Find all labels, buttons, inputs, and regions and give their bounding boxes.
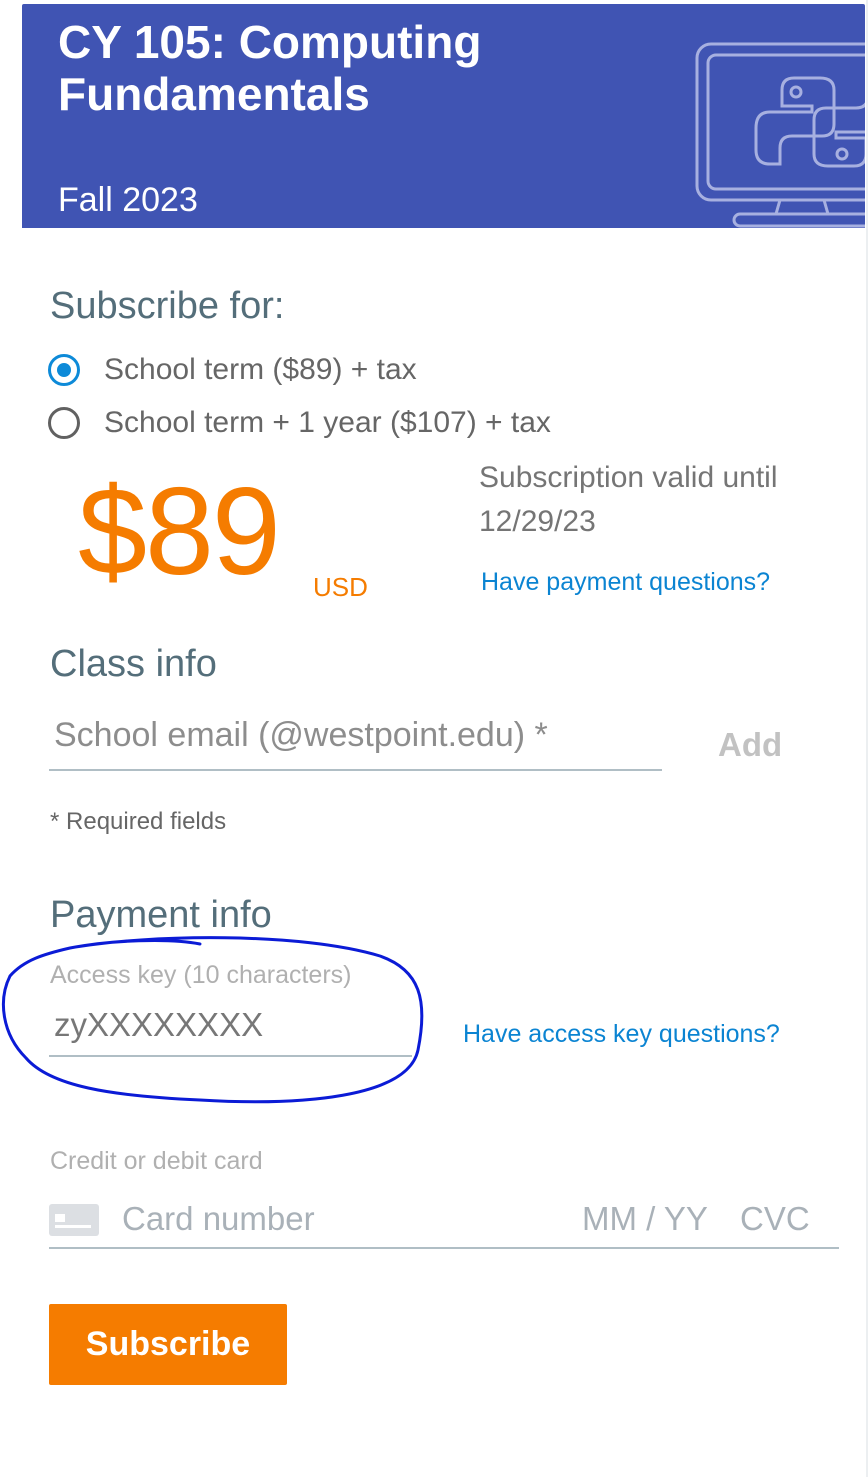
course-title: CY 105: Computing Fundamentals: [58, 16, 482, 120]
subscribe-button[interactable]: Subscribe: [49, 1304, 287, 1385]
payment-questions-link[interactable]: Have payment questions?: [481, 568, 770, 597]
card-label: Credit or debit card: [50, 1147, 263, 1175]
price-currency: USD: [313, 572, 368, 602]
add-email-button[interactable]: Add: [718, 726, 782, 764]
python-monitor-icon: [695, 42, 865, 228]
radio-unselected-icon[interactable]: [48, 407, 80, 439]
radio-label-school-term: School term ($89) + tax: [104, 353, 417, 386]
credit-card-icon: [49, 1204, 99, 1236]
price-amount: $89: [78, 463, 281, 601]
class-info-heading: Class info: [50, 643, 217, 685]
radio-label-school-term-plus-year: School term + 1 year ($107) + tax: [104, 406, 551, 439]
subscription-valid-until: Subscription valid until 12/29/23: [479, 461, 778, 538]
course-term: Fall 2023: [58, 181, 198, 219]
card-expiry-input[interactable]: MM / YY: [582, 1200, 708, 1238]
access-key-questions-link[interactable]: Have access key questions?: [463, 1020, 780, 1049]
card-cvc-input[interactable]: CVC: [740, 1200, 810, 1238]
school-email-underline: [49, 769, 662, 771]
card-underline: [49, 1247, 839, 1249]
course-header-banner: CY 105: Computing Fundamentals Fall 2023: [22, 4, 865, 228]
radio-selected-icon[interactable]: [48, 354, 80, 386]
radio-option-school-term-plus-year[interactable]: School term + 1 year ($107) + tax: [48, 403, 551, 443]
radio-option-school-term[interactable]: School term ($89) + tax: [48, 350, 417, 390]
school-email-input[interactable]: School email (@westpoint.edu) *: [54, 716, 548, 755]
subscribe-heading: Subscribe for:: [50, 285, 285, 327]
card-number-input[interactable]: Card number: [122, 1200, 315, 1238]
hand-drawn-circle-annotation: [2, 936, 424, 1104]
required-fields-note: * Required fields: [50, 808, 227, 835]
